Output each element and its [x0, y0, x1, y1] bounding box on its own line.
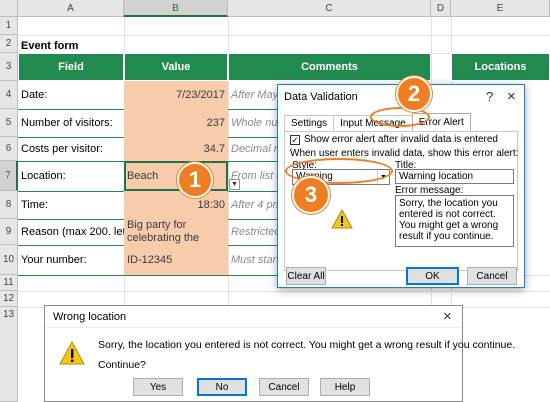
message-box-title: Wrong location: [45, 306, 462, 328]
close-icon[interactable]: ×: [443, 308, 452, 325]
field-label: Costs per visitor:: [21, 143, 103, 155]
value-cell[interactable]: 34.7: [124, 137, 228, 161]
cancel-button[interactable]: Cancel: [467, 267, 517, 285]
yes-button[interactable]: Yes: [133, 378, 183, 396]
field-label: Your number:: [21, 254, 87, 266]
form-title: Event form: [21, 40, 79, 52]
field-label: Time:: [21, 199, 49, 211]
row-header-8[interactable]: 8: [0, 191, 18, 219]
header-locations: Locations: [451, 53, 550, 81]
row-header-10[interactable]: 10: [0, 245, 18, 275]
field-label: Number of visitors:: [21, 117, 113, 129]
help-icon[interactable]: ?: [486, 89, 493, 104]
row-header-12[interactable]: 12: [0, 291, 18, 307]
row-header-7[interactable]: 7: [0, 161, 18, 191]
when-label: When user enters invalid data, show this…: [290, 148, 519, 159]
callout-3: 3: [292, 176, 330, 214]
value-cell[interactable]: 7/23/2017: [124, 81, 228, 109]
row-header-2[interactable]: 2: [0, 35, 18, 53]
show-alert-checkbox[interactable]: ✓: [290, 135, 300, 145]
error-message-field[interactable]: Sorry, the location you entered is not c…: [395, 195, 514, 247]
row-header-4[interactable]: 4: [0, 81, 18, 109]
row-header-11[interactable]: 11: [0, 275, 18, 291]
clear-all-button[interactable]: Clear All: [286, 267, 326, 285]
column-header-d[interactable]: D: [431, 0, 451, 17]
field-label: Location:: [21, 170, 66, 182]
header-field: Field: [18, 53, 124, 81]
message-text: Sorry, the location you entered is not c…: [98, 339, 516, 351]
tab-settings[interactable]: Settings: [284, 115, 335, 131]
warning-icon: [331, 209, 353, 229]
callout-2: 2: [396, 76, 432, 112]
header-comments: Comments: [228, 53, 431, 81]
value-cell[interactable]: ID-12345: [124, 245, 228, 275]
column-header-b[interactable]: B: [124, 0, 228, 17]
close-icon[interactable]: ×: [507, 88, 516, 105]
show-alert-label: Show error alert after invalid data is e…: [304, 134, 498, 145]
column-header-e[interactable]: E: [451, 0, 550, 17]
no-button[interactable]: No: [197, 378, 247, 396]
help-button[interactable]: Help: [320, 378, 370, 396]
select-all-corner[interactable]: [0, 0, 18, 17]
chevron-down-icon[interactable]: ▼: [229, 179, 240, 190]
value-cell[interactable]: 18:30: [124, 191, 228, 219]
ok-button[interactable]: OK: [406, 267, 459, 285]
callout-1: 1: [177, 162, 213, 198]
row-header-13[interactable]: 13: [0, 307, 18, 402]
column-header-a[interactable]: A: [18, 0, 124, 17]
gridline: [18, 35, 550, 36]
row-header-5[interactable]: 5: [0, 109, 18, 137]
gridline: [18, 291, 550, 292]
row-header-6[interactable]: 6: [0, 137, 18, 161]
wrong-location-dialog: Wrong location × Sorry, the location you…: [44, 305, 515, 402]
row-header-9[interactable]: 9: [0, 219, 18, 245]
field-label: Date:: [21, 89, 48, 101]
row-header-3[interactable]: 3: [0, 53, 18, 81]
warning-icon: [59, 341, 85, 365]
header-value: Value: [124, 53, 228, 81]
title-field[interactable]: Warning location: [395, 169, 514, 184]
cancel-button[interactable]: Cancel: [259, 378, 309, 396]
row-header-1[interactable]: 1: [0, 17, 18, 35]
column-header-c[interactable]: C: [228, 0, 431, 17]
checkmark-icon: ✓: [291, 134, 299, 145]
value-cell[interactable]: Big party for celebrating the: [124, 219, 228, 245]
value-cell[interactable]: 237: [124, 109, 228, 137]
continue-question: Continue?: [98, 359, 146, 371]
field-label: Reason (max 200. letters):: [21, 226, 124, 238]
